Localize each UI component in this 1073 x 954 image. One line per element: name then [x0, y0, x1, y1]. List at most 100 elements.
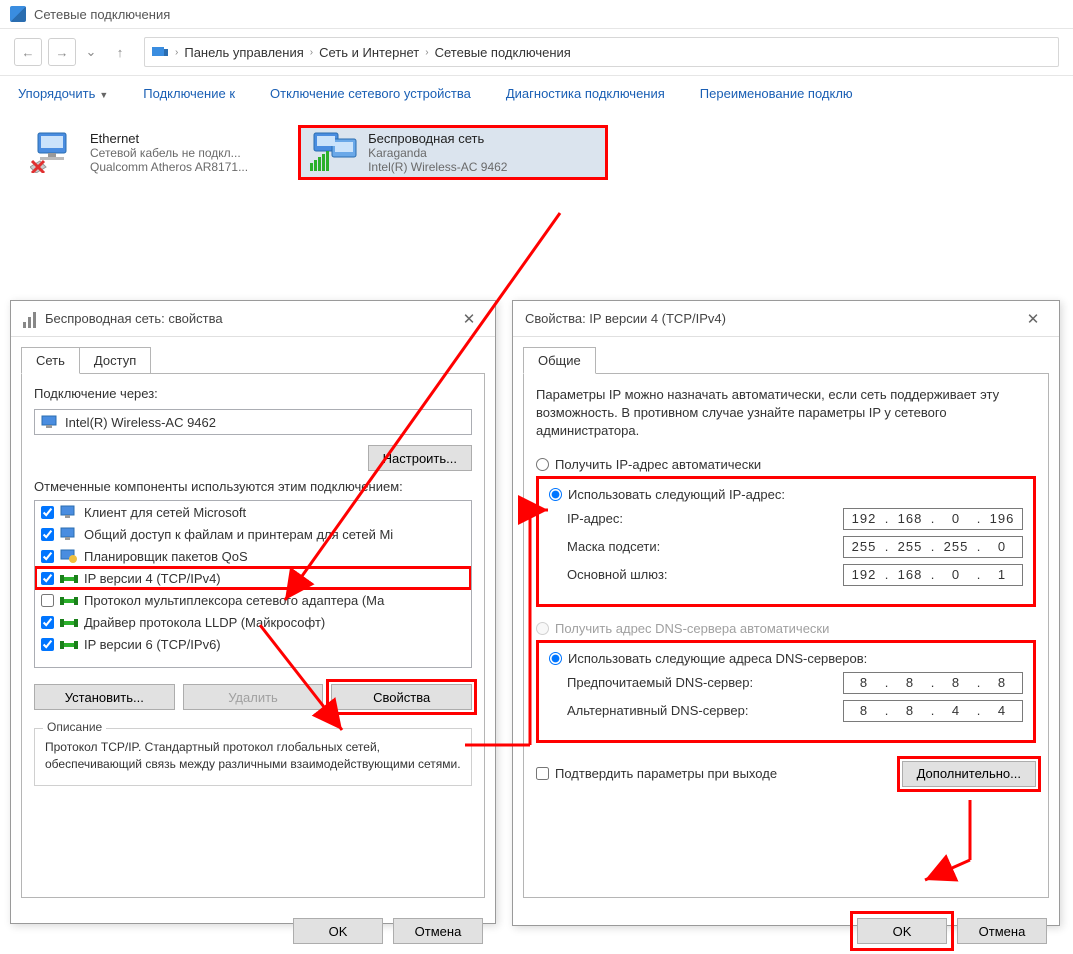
component-item[interactable]: IP версии 4 (TCP/IPv4) — [35, 567, 471, 589]
install-button[interactable]: Установить... — [34, 684, 175, 710]
monitor-icon — [60, 526, 78, 542]
component-checkbox[interactable] — [41, 616, 54, 629]
nav-back-button[interactable]: ← — [14, 38, 42, 66]
component-label: Общий доступ к файлам и принтерам для се… — [84, 527, 393, 542]
window-titlebar: Сетевые подключения — [0, 0, 1073, 28]
configure-button[interactable]: Настроить... — [368, 445, 472, 471]
connection-device: Intel(R) Wireless-AC 9462 — [368, 160, 507, 174]
component-item[interactable]: Клиент для сетей Microsoft — [35, 501, 471, 523]
gw-label: Основной шлюз: — [567, 567, 843, 582]
dialog-title: Беспроводная сеть: свойства ✕ — [11, 301, 495, 337]
components-list[interactable]: Клиент для сетей Microsoft Общий доступ к… — [34, 500, 472, 668]
radio-auto-dns-label: Получить адрес DNS-сервера автоматически — [555, 621, 829, 636]
breadcrumb[interactable]: › Панель управления › Сеть и Интернет › … — [144, 37, 1059, 67]
component-checkbox[interactable] — [41, 594, 54, 607]
connection-status: Сетевой кабель не подкл... — [90, 146, 248, 160]
component-checkbox[interactable] — [41, 550, 54, 563]
description-text: Протокол TCP/IP. Стандартный протокол гл… — [45, 739, 461, 773]
ethernet-icon — [30, 131, 80, 173]
breadcrumb-item[interactable]: Сеть и Интернет — [319, 45, 419, 60]
toolbar-diagnose[interactable]: Диагностика подключения — [506, 86, 665, 101]
component-checkbox[interactable] — [41, 506, 54, 519]
nav-forward-button[interactable]: → — [48, 38, 76, 66]
cancel-button[interactable]: Отмена — [393, 918, 483, 944]
breadcrumb-item[interactable]: Сетевые подключения — [435, 45, 571, 60]
connection-wifi[interactable]: Беспроводная сеть Karaganda Intel(R) Wir… — [298, 125, 608, 180]
adapter-icon — [41, 415, 59, 429]
component-label: Планировщик пакетов QoS — [84, 549, 248, 564]
advanced-button[interactable]: Дополнительно... — [902, 761, 1036, 787]
connection-title: Беспроводная сеть — [368, 131, 507, 146]
remove-button[interactable]: Удалить — [183, 684, 324, 710]
component-item[interactable]: Драйвер протокола LLDP (Майкрософт) — [35, 611, 471, 633]
component-item[interactable]: Общий доступ к файлам и принтерам для се… — [35, 523, 471, 545]
alt-dns-input[interactable]: 8.8.4.4 — [843, 700, 1023, 722]
tab-access[interactable]: Доступ — [80, 347, 151, 374]
component-label: Клиент для сетей Microsoft — [84, 505, 246, 520]
connections-area: Ethernet Сетевой кабель не подкл... Qual… — [0, 111, 1073, 194]
component-item[interactable]: IP версии 6 (TCP/IPv6) — [35, 633, 471, 655]
validate-checkbox[interactable] — [536, 767, 549, 780]
radio-auto-ip[interactable] — [536, 458, 549, 471]
description-label: Описание — [43, 720, 106, 734]
gw-input[interactable]: 192.168.0.1 — [843, 564, 1023, 586]
close-icon[interactable]: ✕ — [455, 307, 483, 331]
component-label: Драйвер протокола LLDP (Майкрософт) — [84, 615, 325, 630]
mask-label: Маска подсети: — [567, 539, 843, 554]
qos-icon — [60, 548, 78, 564]
pref-dns-input[interactable]: 8.8.8.8 — [843, 672, 1023, 694]
window-title: Сетевые подключения — [34, 7, 170, 22]
radio-auto-ip-label: Получить IP-адрес автоматически — [555, 457, 761, 472]
component-label: Протокол мультиплексора сетевого адаптер… — [84, 593, 384, 608]
proto-icon — [60, 592, 78, 608]
component-checkbox[interactable] — [41, 528, 54, 541]
adapter-name: Intel(R) Wireless-AC 9462 — [65, 415, 216, 430]
mask-input[interactable]: 255.255.255.0 — [843, 536, 1023, 558]
radio-manual-ip-label: Использовать следующий IP-адрес: — [568, 487, 785, 502]
alt-dns-label: Альтернативный DNS-сервер: — [567, 703, 843, 718]
wifi-bars-icon — [23, 310, 37, 328]
wifi-icon — [308, 131, 358, 173]
nav-bar: ← → ⌄ ↑ › Панель управления › Сеть и Инт… — [0, 28, 1073, 76]
breadcrumb-item[interactable]: Панель управления — [184, 45, 303, 60]
component-checkbox[interactable] — [41, 572, 54, 585]
ok-button[interactable]: OK — [293, 918, 383, 944]
toolbar-disable[interactable]: Отключение сетевого устройства — [270, 86, 471, 101]
connection-status: Karaganda — [368, 146, 507, 160]
component-checkbox[interactable] — [41, 638, 54, 651]
toolbar: Упорядочить▼ Подключение к Отключение се… — [0, 76, 1073, 111]
proto-icon — [60, 570, 78, 586]
nav-up-button[interactable]: ↑ — [106, 38, 134, 66]
nav-history-button[interactable]: ⌄ — [82, 38, 100, 66]
pref-dns-label: Предпочитаемый DNS-сервер: — [567, 675, 843, 690]
cancel-button[interactable]: Отмена — [957, 918, 1047, 944]
tab-network[interactable]: Сеть — [21, 347, 80, 374]
radio-manual-dns-label: Использовать следующие адреса DNS-сервер… — [568, 651, 867, 666]
connect-via-label: Подключение через: — [34, 386, 472, 401]
close-icon[interactable]: ✕ — [1019, 307, 1047, 331]
toolbar-connect[interactable]: Подключение к — [143, 86, 235, 101]
tab-general[interactable]: Общие — [523, 347, 596, 374]
ok-button[interactable]: OK — [857, 918, 947, 944]
breadcrumb-icon — [151, 44, 169, 60]
component-label: IP версии 6 (TCP/IPv6) — [84, 637, 221, 652]
connection-title: Ethernet — [90, 131, 248, 146]
ip-input[interactable]: 192.168.0.196 — [843, 508, 1023, 530]
component-item[interactable]: Протокол мультиплексора сетевого адаптер… — [35, 589, 471, 611]
components-label: Отмеченные компоненты используются этим … — [34, 479, 472, 494]
proto-icon — [60, 614, 78, 630]
dialog-title: Свойства: IP версии 4 (TCP/IPv4) ✕ — [513, 301, 1059, 337]
network-icon — [10, 6, 26, 22]
dialog-ipv4-properties: Свойства: IP версии 4 (TCP/IPv4) ✕ Общие… — [512, 300, 1060, 926]
component-item[interactable]: Планировщик пакетов QoS — [35, 545, 471, 567]
ip-label: IP-адрес: — [567, 511, 843, 526]
radio-manual-dns[interactable] — [549, 652, 562, 665]
properties-button[interactable]: Свойства — [331, 684, 472, 710]
monitor-icon — [60, 504, 78, 520]
toolbar-rename[interactable]: Переименование подклю — [700, 86, 853, 101]
toolbar-organize[interactable]: Упорядочить▼ — [18, 86, 108, 101]
connection-ethernet[interactable]: Ethernet Сетевой кабель не подкл... Qual… — [20, 125, 258, 180]
dialog-adapter-properties: Беспроводная сеть: свойства ✕ Сеть Досту… — [10, 300, 496, 924]
radio-manual-ip[interactable] — [549, 488, 562, 501]
radio-auto-dns — [536, 622, 549, 635]
